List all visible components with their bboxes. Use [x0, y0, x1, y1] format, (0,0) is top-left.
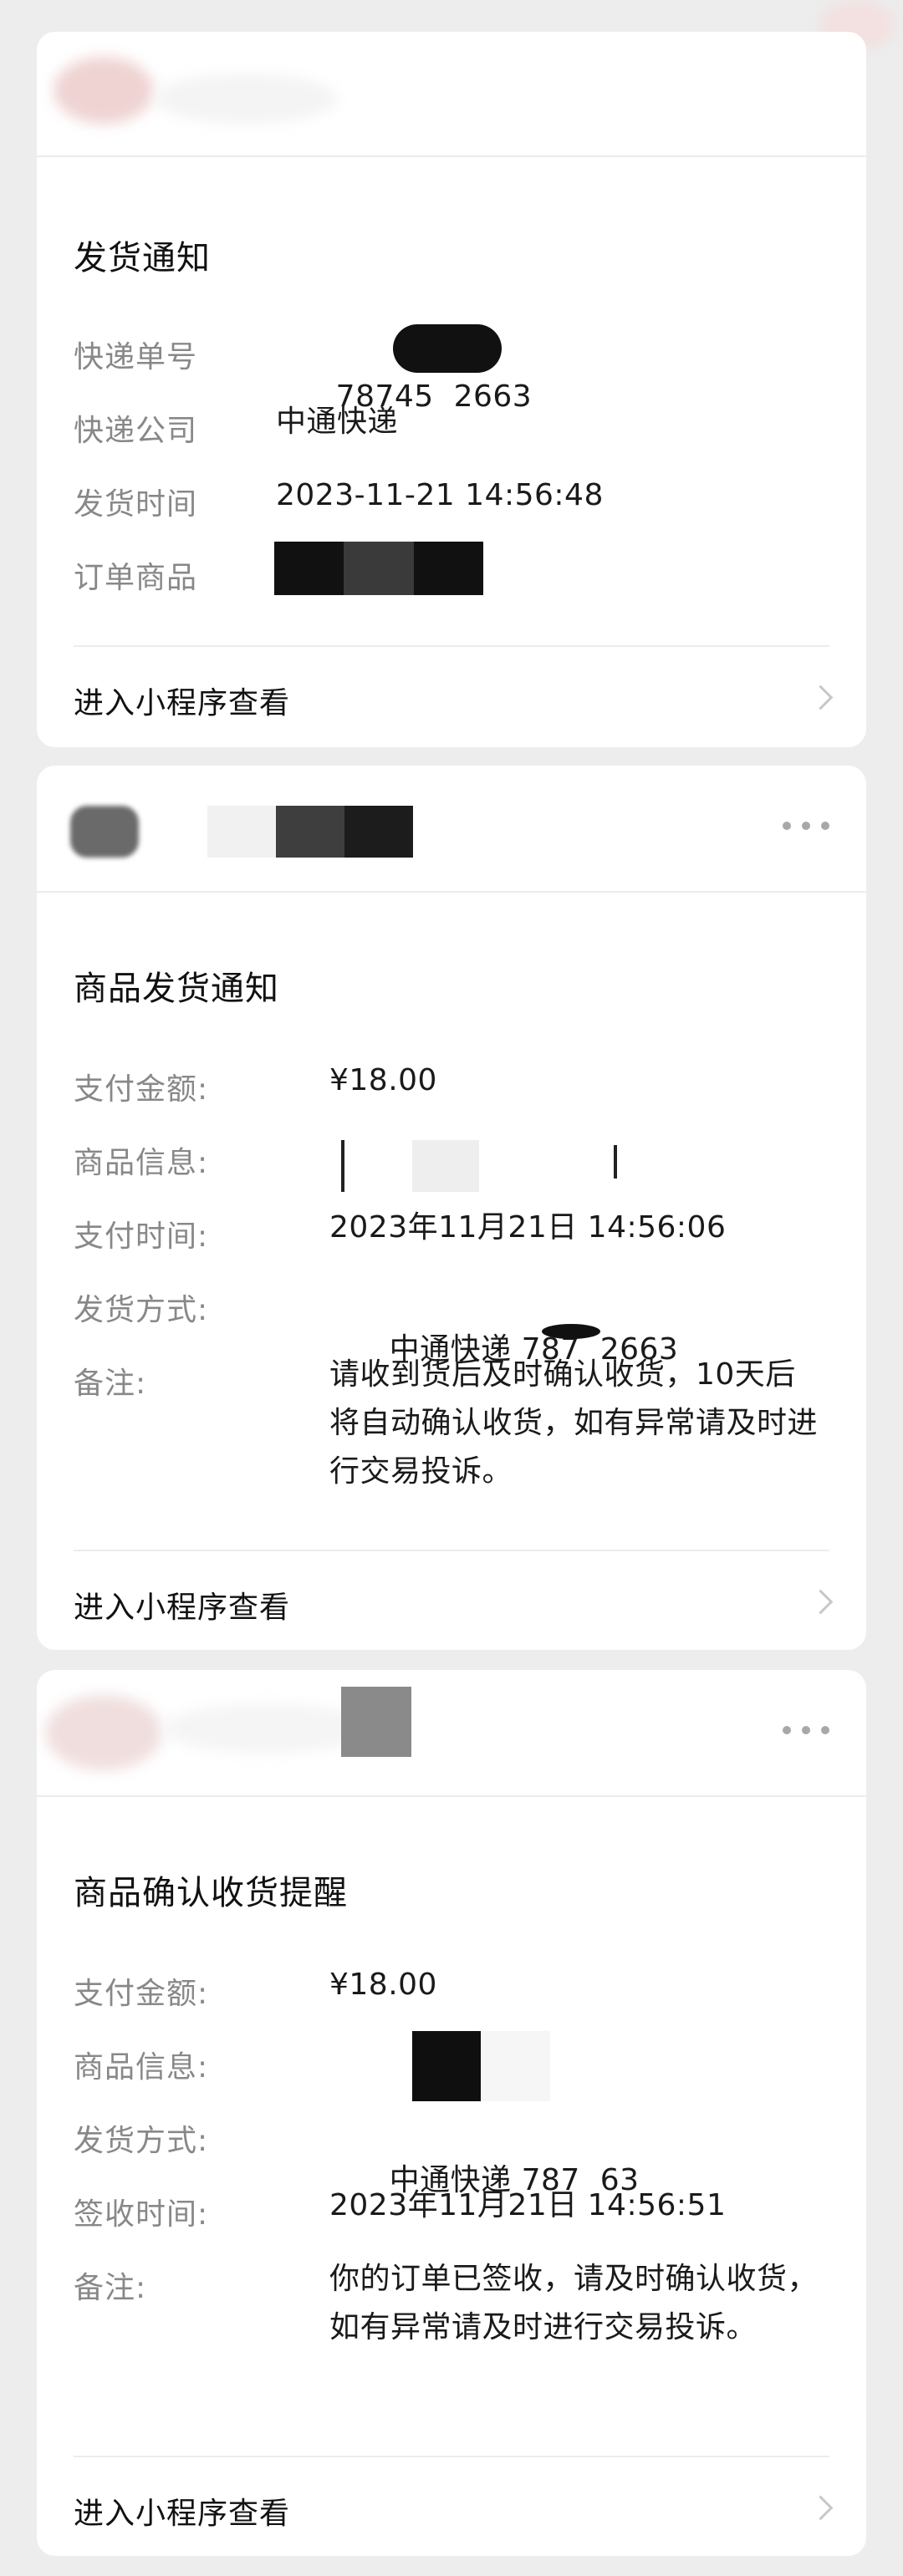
link-label: 进入小程序查看: [74, 2497, 291, 2531]
field-label: 商品信息:: [74, 2050, 209, 2085]
message-list: 发货通知 快递单号 78745 2663 快递公司 中通快递 发货时间 2023…: [0, 0, 903, 2576]
card-header-account: [37, 766, 866, 893]
account-redaction: [341, 1687, 411, 1757]
notification-card-goods-shipped: 商品发货通知 支付金额: ¥18.00 商品信息: 支付时间: 2023年11月…: [37, 766, 866, 1650]
remark-value: 你的订单已签收，请及时确认收货，如有异常请及时进行交易投诉。: [329, 2262, 819, 2344]
payment-amount-value: ¥18.00: [329, 1063, 437, 1097]
field-label: 备注:: [74, 2271, 147, 2305]
redaction-block: [341, 1140, 617, 1192]
sign-time-value: 2023年11月21日 14:56:51: [329, 2188, 727, 2222]
open-mini-program-link[interactable]: 进入小程序查看: [37, 647, 866, 747]
account-name-blur: [154, 74, 338, 124]
more-dots-icon[interactable]: [783, 1723, 829, 1737]
card-title: 发货通知: [74, 239, 211, 277]
link-label: 进入小程序查看: [74, 1591, 291, 1625]
field-label: 发货方式:: [74, 2124, 209, 2158]
field-value-text: 78745 2663: [335, 379, 533, 414]
field-label: 发货方式:: [74, 1293, 209, 1327]
notification-card-shipping: 发货通知 快递单号 78745 2663 快递公司 中通快递 发货时间 2023…: [37, 32, 866, 747]
chevron-right-icon: [808, 1589, 834, 1615]
payment-time-value: 2023年11月21日 14:56:06: [329, 1210, 727, 1245]
redaction-mark: [542, 1324, 600, 1339]
redaction-block: [393, 324, 502, 373]
field-label: 快递单号: [74, 340, 198, 374]
open-mini-program-link[interactable]: 进入小程序查看: [37, 2457, 866, 2556]
account-avatar-blur: [54, 57, 154, 124]
chevron-right-icon: [808, 685, 834, 710]
open-mini-program-link[interactable]: 进入小程序查看: [37, 1551, 866, 1650]
field-label: 支付金额:: [74, 1072, 209, 1107]
card-title: 商品确认收货提醒: [74, 1874, 348, 1912]
field-label: 订单商品: [74, 561, 198, 595]
card-header-account: [37, 32, 866, 157]
field-label: 签收时间:: [74, 2197, 209, 2232]
field-label: 商品信息:: [74, 1146, 209, 1180]
account-redaction: [70, 806, 413, 858]
notification-card-receipt-reminder: 商品确认收货提醒 支付金额: ¥18.00 商品信息: 发货方式: 中通快递 7…: [37, 1670, 866, 2556]
account-avatar-blur: [45, 1695, 162, 1770]
redaction-blur: [530, 1280, 697, 1327]
field-label: 支付时间:: [74, 1219, 209, 1254]
card-title: 商品发货通知: [74, 970, 279, 1008]
card-header-account: [37, 1670, 866, 1797]
account-name-blur: [162, 1703, 371, 1754]
more-dots-icon[interactable]: [783, 819, 829, 832]
remark-value: 请收到货后及时确认收货，10天后将自动确认收货，如有异常请及时进行交易投诉。: [329, 1357, 819, 1489]
field-label: 快递公司: [74, 414, 198, 448]
redaction-block: [343, 2031, 619, 2101]
payment-amount-value: ¥18.00: [329, 1968, 437, 2002]
chevron-right-icon: [808, 2495, 834, 2521]
redaction-blur: [527, 2105, 727, 2160]
field-label: 备注:: [74, 1367, 147, 1401]
field-label: 支付金额:: [74, 1977, 209, 2011]
ship-time-value: 2023-11-21 14:56:48: [276, 478, 604, 512]
link-label: 进入小程序查看: [74, 686, 291, 720]
field-label: 发货时间: [74, 487, 198, 522]
redaction-block: [274, 542, 483, 595]
